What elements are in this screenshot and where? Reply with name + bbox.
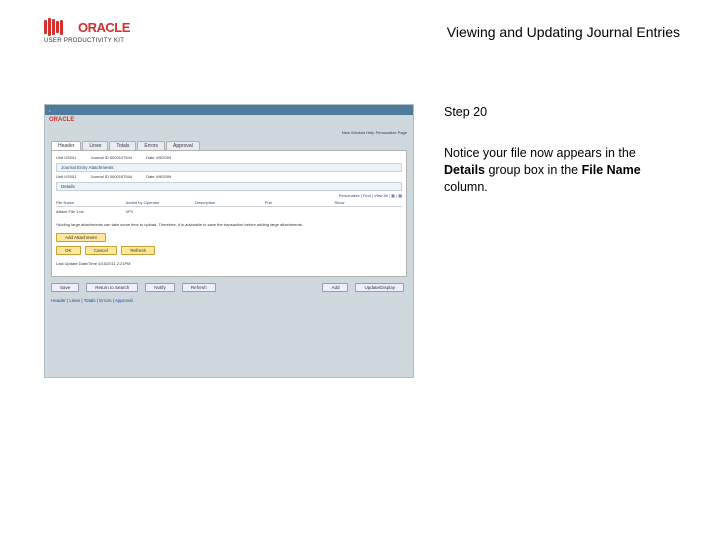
notify-button[interactable]: Notify <box>145 283 175 292</box>
return-search-button[interactable]: Return to Search <box>86 283 138 292</box>
instruction-mid: group box in the <box>485 163 582 177</box>
grid-header-row: File Name Added by Operator Description … <box>56 199 402 207</box>
brand-subtitle: USER PRODUCTIVITY KIT <box>44 38 130 44</box>
step-label: Step 20 <box>444 104 680 121</box>
refresh-bottom-button[interactable]: Refresh <box>182 283 216 292</box>
add-attachment-button[interactable]: Add Attachment <box>56 233 106 242</box>
cancel-button[interactable]: Cancel <box>85 246 117 255</box>
cell-added-by: VP1 <box>126 209 194 214</box>
group-journal-attachments: Journal Entry Attachments <box>56 163 402 172</box>
cell-pub <box>265 209 333 214</box>
col-added-by: Added by Operator <box>126 200 194 205</box>
ps-logo: ORACLE <box>45 115 413 127</box>
cell-description <box>195 209 263 214</box>
tab-errors[interactable]: Errors <box>137 141 165 150</box>
save-button[interactable]: Save <box>51 283 79 292</box>
instruction-bold-filename: File Name <box>582 163 641 177</box>
main-panel: Unit US001 Journal ID 0000107544 Date 4/… <box>51 150 407 277</box>
instruction-bold-details: Details <box>444 163 485 177</box>
refresh-button[interactable]: Refresh <box>121 246 155 255</box>
app-screenshot: • ORACLE New Window Help Personalize Pag… <box>44 104 414 378</box>
ok-button[interactable]: OK <box>56 246 81 255</box>
field-journal-id: Journal ID 0000107544 <box>90 155 132 160</box>
tab-totals[interactable]: Totals <box>109 141 136 150</box>
instruction-post: column. <box>444 180 488 194</box>
group-unit: Unit US001 <box>56 174 76 179</box>
col-show: Show <box>334 200 402 205</box>
ps-titlebar: • <box>45 105 413 115</box>
field-unit: Unit US001 <box>56 155 76 160</box>
cell-file-name: Attach File 1.txt <box>56 209 124 214</box>
last-updated: Last Update Date/Time 4/15/2011 2:21PM <box>56 261 402 266</box>
page-title: Viewing and Updating Journal Entries <box>447 24 680 40</box>
group-date: Date 4/9/2009 <box>146 174 171 179</box>
brand-name: ORACLE <box>78 20 130 35</box>
oracle-logo-icon <box>44 18 72 36</box>
update-display-button[interactable]: Update/Display <box>355 283 404 292</box>
ps-subnav: New Window Help Personalize Page <box>45 127 413 137</box>
tab-lines[interactable]: Lines <box>82 141 108 150</box>
cell-show <box>334 209 402 214</box>
col-pub: Pub <box>265 200 333 205</box>
table-row: Attach File 1.txt VP1 <box>56 207 402 216</box>
field-date: Date 4/9/2009 <box>146 155 171 160</box>
col-description: Description <box>195 200 263 205</box>
add-button[interactable]: Add <box>322 283 348 292</box>
attachment-note: *Adding large attachments can take some … <box>56 222 402 227</box>
tab-strip: Header Lines Totals Errors Approval <box>45 141 413 150</box>
group-jid: Journal ID 0000107544 <box>90 174 132 179</box>
group-details: Details <box>56 182 402 191</box>
footer-tab-links[interactable]: Header | Lines | Totals | Errors | Appro… <box>51 298 407 303</box>
tab-header[interactable]: Header <box>51 141 81 150</box>
col-file-name: File Name <box>56 200 124 205</box>
personalize-links[interactable]: Personalize | Find | View All | ▦ | ▦ <box>339 193 402 198</box>
tab-approval[interactable]: Approval <box>166 141 200 150</box>
grid-personalize-bar[interactable]: Personalize | Find | View All | ▦ | ▦ <box>56 193 402 198</box>
bottom-button-row: Save Return to Search Notify Refresh Add… <box>51 283 407 292</box>
instruction-column: Step 20 Notice your file now appears in … <box>444 104 680 378</box>
instruction-text: Notice your file now appears in the Deta… <box>444 145 680 196</box>
brand-block: ORACLE USER PRODUCTIVITY KIT <box>44 18 130 44</box>
instruction-pre: Notice your file now appears in the <box>444 146 636 160</box>
